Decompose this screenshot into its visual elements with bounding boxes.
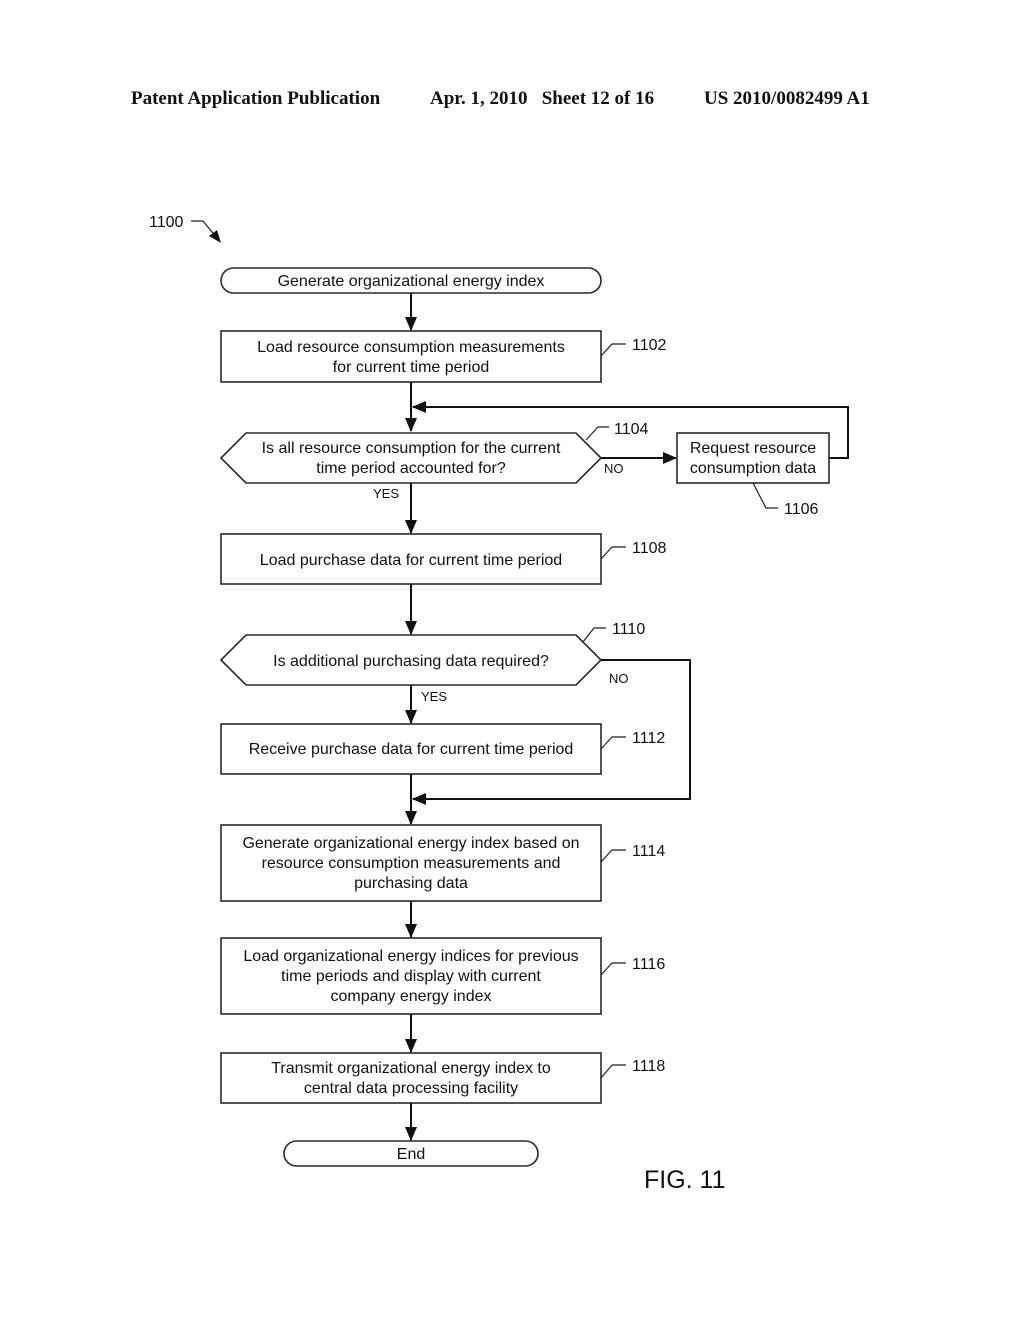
step-text-line: resource consumption measurements and [262,855,561,872]
ref-leader [600,849,626,863]
end-terminal: End [283,1140,539,1167]
ref-leader [600,962,626,976]
ref-leader [600,736,626,750]
ref-leader [600,546,626,560]
decision-text-line: Is all resource consumption for the curr… [262,440,561,457]
step-1114: Generate organizational energy index bas… [220,824,665,902]
ref-number: 1114 [632,843,665,860]
step-text-line: Request resource [690,440,816,457]
yes-label: YES [421,689,447,704]
ref-number: 1110 [612,621,645,638]
figure-label: FIG. 11 [644,1166,726,1194]
step-text-line: central data processing facility [304,1080,518,1097]
ref-leader [585,426,609,441]
step-text-line: company energy index [331,988,492,1005]
no-label: NO [604,461,624,476]
decision-text-line: Is additional purchasing data required? [273,653,549,670]
ref-number: 1106 [784,501,819,518]
decision-1110: Is additional purchasing data required? … [219,621,645,704]
ref-number: 1100 [149,214,184,231]
decision-1104: Is all resource consumption for the curr… [219,421,649,501]
step-text-line: Load resource consumption measurements [257,339,565,356]
arrow-head-icon [209,230,221,243]
step-1102: Load resource consumption measurements f… [220,330,667,383]
no-label: NO [609,671,629,686]
step-1116: Load organizational energy indices for p… [220,937,665,1015]
ref-number: 1118 [632,1058,665,1075]
figure-ref-1100: 1100 [149,214,221,243]
step-text-line: Load purchase data for current time peri… [260,552,562,569]
start-label: Generate organizational energy index [278,273,545,290]
step-text-line: Transmit organizational energy index to [271,1060,551,1077]
step-1112: Receive purchase data for current time p… [220,723,665,775]
ref-leader [600,1064,626,1079]
flowchart: 1100 Generate organizational energy inde… [149,214,849,1194]
step-text-line: for current time period [333,359,490,376]
ref-leader [600,343,626,357]
step-text-line: Load organizational energy indices for p… [243,948,578,965]
ref-number: 1102 [632,337,667,354]
step-1108: Load purchase data for current time peri… [220,533,667,585]
step-1118: Transmit organizational energy index to … [220,1052,665,1104]
step-1106: Request resource consumption data 1106 [676,432,830,518]
decision-text-line: time period accounted for? [316,460,506,477]
ref-number: 1104 [614,421,649,438]
step-text-line: time periods and display with current [281,968,541,985]
ref-number: 1112 [632,730,665,747]
ref-leader [582,627,606,643]
step-text-line: purchasing data [354,875,468,892]
step-text-line: Generate organizational energy index bas… [242,835,579,852]
step-text-line: consumption data [690,460,816,477]
end-label: End [397,1146,425,1163]
step-text-line: Receive purchase data for current time p… [249,741,574,758]
ref-number: 1116 [632,956,665,973]
ref-number: 1108 [632,540,667,557]
ref-leader [752,482,778,509]
start-terminal: Generate organizational energy index [220,267,602,294]
yes-label: YES [373,486,399,501]
